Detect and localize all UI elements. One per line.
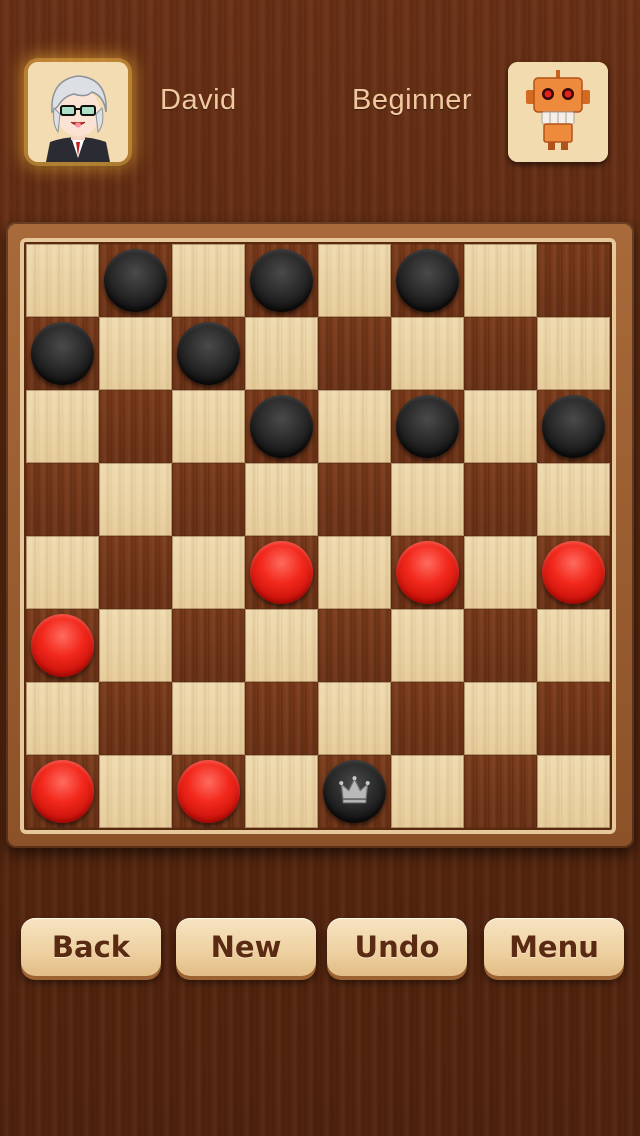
black-piece[interactable] bbox=[31, 322, 94, 385]
board-square[interactable] bbox=[537, 682, 610, 755]
board-square[interactable] bbox=[464, 244, 537, 317]
board-square[interactable] bbox=[99, 463, 172, 536]
new-game-button[interactable]: New bbox=[176, 918, 316, 976]
black-piece[interactable] bbox=[250, 395, 313, 458]
board-square[interactable] bbox=[99, 682, 172, 755]
board-square[interactable] bbox=[99, 244, 172, 317]
board-square[interactable] bbox=[537, 536, 610, 609]
board-square[interactable] bbox=[537, 755, 610, 828]
board-square[interactable] bbox=[318, 244, 391, 317]
board-square[interactable] bbox=[245, 317, 318, 390]
board-square[interactable] bbox=[26, 463, 99, 536]
board-square[interactable] bbox=[537, 390, 610, 463]
player-avatar-ai bbox=[508, 62, 608, 162]
board-square[interactable] bbox=[26, 755, 99, 828]
board-square[interactable] bbox=[464, 755, 537, 828]
board-square[interactable] bbox=[318, 463, 391, 536]
black-piece[interactable] bbox=[396, 395, 459, 458]
board-square[interactable] bbox=[391, 682, 464, 755]
board-square[interactable] bbox=[391, 244, 464, 317]
board-square[interactable] bbox=[26, 390, 99, 463]
black-king-piece[interactable] bbox=[323, 760, 386, 823]
red-piece[interactable] bbox=[31, 614, 94, 677]
human-avatar-icon bbox=[28, 62, 128, 162]
board-square[interactable] bbox=[318, 317, 391, 390]
board-square[interactable] bbox=[99, 755, 172, 828]
board-square[interactable] bbox=[245, 609, 318, 682]
board-square[interactable] bbox=[318, 609, 391, 682]
menu-button[interactable]: Menu bbox=[484, 918, 624, 976]
board-square[interactable] bbox=[26, 317, 99, 390]
board-square[interactable] bbox=[99, 317, 172, 390]
board-square[interactable] bbox=[245, 755, 318, 828]
board-square[interactable] bbox=[26, 609, 99, 682]
black-piece[interactable] bbox=[177, 322, 240, 385]
red-piece[interactable] bbox=[31, 760, 94, 823]
board-square[interactable] bbox=[99, 536, 172, 609]
board-square[interactable] bbox=[245, 244, 318, 317]
crown-icon bbox=[339, 776, 370, 804]
red-piece[interactable] bbox=[177, 760, 240, 823]
black-piece[interactable] bbox=[250, 249, 313, 312]
board-square[interactable] bbox=[318, 536, 391, 609]
board-square[interactable] bbox=[391, 609, 464, 682]
board-square[interactable] bbox=[26, 244, 99, 317]
black-piece[interactable] bbox=[104, 249, 167, 312]
undo-button[interactable]: Undo bbox=[327, 918, 467, 976]
black-piece[interactable] bbox=[542, 395, 605, 458]
board-square[interactable] bbox=[537, 244, 610, 317]
board-square[interactable] bbox=[537, 317, 610, 390]
board-square[interactable] bbox=[391, 390, 464, 463]
board-square[interactable] bbox=[172, 682, 245, 755]
board-border bbox=[20, 238, 616, 834]
board-square[interactable] bbox=[245, 536, 318, 609]
board-square[interactable] bbox=[464, 390, 537, 463]
player-name-human: David bbox=[160, 84, 237, 116]
board-square[interactable] bbox=[172, 244, 245, 317]
board-square[interactable] bbox=[391, 317, 464, 390]
black-piece[interactable] bbox=[396, 249, 459, 312]
board-square[interactable] bbox=[464, 536, 537, 609]
board-square[interactable] bbox=[172, 390, 245, 463]
board-square[interactable] bbox=[464, 463, 537, 536]
board-square[interactable] bbox=[26, 682, 99, 755]
board-square[interactable] bbox=[391, 463, 464, 536]
board-square[interactable] bbox=[172, 463, 245, 536]
back-button[interactable]: Back bbox=[21, 918, 161, 976]
board-square[interactable] bbox=[99, 609, 172, 682]
board-square[interactable] bbox=[172, 755, 245, 828]
board-square[interactable] bbox=[245, 390, 318, 463]
board-square[interactable] bbox=[318, 682, 391, 755]
board-square[interactable] bbox=[464, 682, 537, 755]
board-square[interactable] bbox=[318, 755, 391, 828]
board-square[interactable] bbox=[318, 390, 391, 463]
board-square[interactable] bbox=[537, 609, 610, 682]
red-piece[interactable] bbox=[250, 541, 313, 604]
board-square[interactable] bbox=[464, 317, 537, 390]
board-square[interactable] bbox=[391, 755, 464, 828]
board-square[interactable] bbox=[245, 682, 318, 755]
board-square[interactable] bbox=[464, 609, 537, 682]
player-avatar-human bbox=[28, 62, 128, 162]
board-square[interactable] bbox=[172, 609, 245, 682]
board-square[interactable] bbox=[245, 463, 318, 536]
board-square[interactable] bbox=[391, 536, 464, 609]
red-piece[interactable] bbox=[542, 541, 605, 604]
red-piece[interactable] bbox=[396, 541, 459, 604]
robot-avatar-icon bbox=[508, 62, 608, 162]
board-square[interactable] bbox=[26, 536, 99, 609]
board-square[interactable] bbox=[172, 536, 245, 609]
board-square[interactable] bbox=[99, 390, 172, 463]
board-square[interactable] bbox=[172, 317, 245, 390]
checkers-board[interactable] bbox=[26, 244, 610, 828]
board-square[interactable] bbox=[537, 463, 610, 536]
board-frame bbox=[6, 222, 634, 848]
player-name-ai: Beginner bbox=[352, 84, 473, 116]
